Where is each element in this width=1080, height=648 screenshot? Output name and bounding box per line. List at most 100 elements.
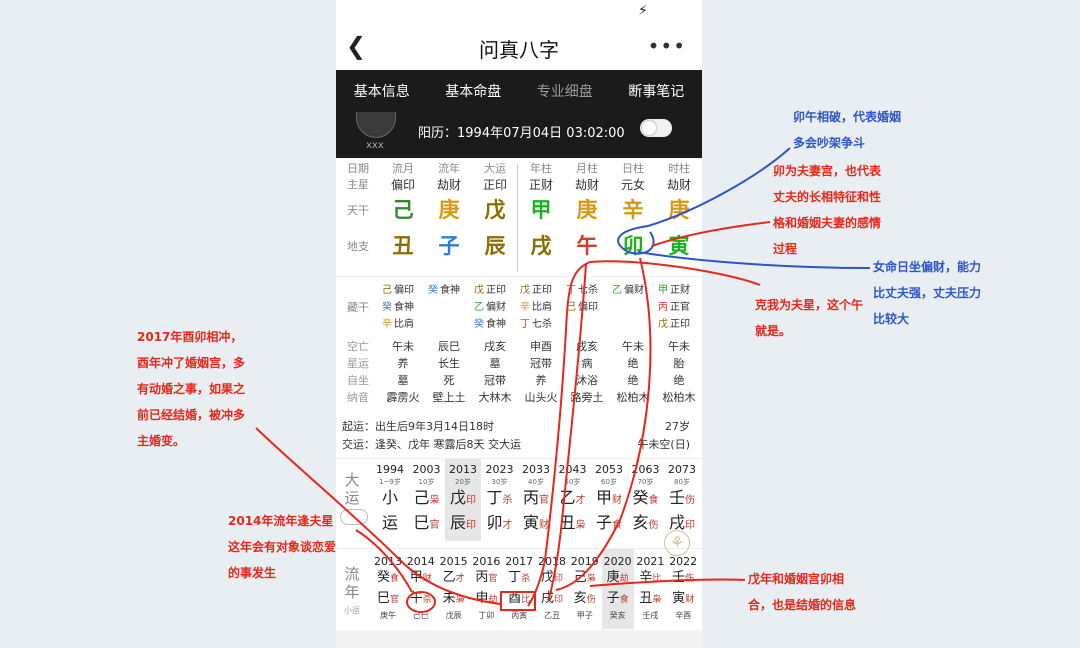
fortune-value: 霹雳火: [386, 391, 420, 404]
heavenly-stem-row: 天干 己 庚 戊 甲 庚 辛 庚: [336, 192, 702, 228]
main-star: 劫财: [574, 178, 599, 192]
fortune-value: 午未: [668, 340, 690, 353]
hidden-stem: 乙偏财: [612, 285, 644, 296]
more-icon[interactable]: •••: [648, 34, 686, 58]
major-luck-section: 大运 1994 1~9岁小运 2003 10岁 己枭 巳官 2013 20岁 戊印 辰印 2023 3…: [336, 458, 702, 546]
luck-branch: 卯才: [486, 513, 513, 532]
earthly-branch: 午: [576, 234, 598, 258]
annual-year: 2017: [505, 555, 534, 568]
main-star-row: 主星 偏印 劫财 正印 正财 劫财 元女 劫财: [336, 176, 702, 192]
minor-luck: 庚午: [380, 611, 396, 620]
luck-year: 2033: [522, 463, 550, 476]
main-star: 元女: [620, 178, 645, 192]
fortune-value: 绝: [673, 374, 685, 387]
fortune-value: 胎: [673, 357, 685, 370]
major-luck-item[interactable]: 2013 20岁 戊印 辰印: [445, 459, 481, 541]
annual-luck-item[interactable]: 2013 癸食 巳官 庚午: [372, 549, 404, 629]
annual-branch: 子食: [606, 591, 629, 606]
main-star: 偏印: [390, 178, 415, 192]
annual-luck-item[interactable]: 2015 乙才 未枭 戊辰: [438, 549, 470, 629]
row-label: 藏干: [347, 301, 369, 314]
hidden-stem: 己偏印: [566, 302, 598, 313]
annual-stem: 乙才: [442, 570, 465, 585]
minor-luck: 己巳: [412, 611, 429, 620]
hidden-stem: 丙正官: [658, 302, 690, 313]
fortune-value: 养: [535, 374, 547, 387]
heavenly-stem: 甲: [530, 198, 552, 222]
annual-luck-item[interactable]: 2019 己枭 亥伤 甲子: [569, 549, 601, 629]
major-luck-item[interactable]: 1994 1~9岁小运: [372, 459, 408, 541]
annual-branch: 申劫: [475, 591, 498, 606]
annual-year: 2022: [669, 555, 698, 568]
annual-year: 2014: [406, 555, 435, 568]
hidden-stem: 癸食神: [382, 302, 414, 313]
fortune-value: 绝: [627, 374, 639, 387]
major-luck-item[interactable]: 2063 70岁 癸食 亥伤: [628, 459, 664, 541]
luck-branch: 巳官: [413, 513, 440, 532]
nav-bar: ❮ 问真八字 •••: [336, 26, 702, 70]
annual-luck-item[interactable]: 2017 丁杀 酉比 丙寅: [503, 549, 535, 629]
charging-icon: ⚡: [638, 3, 648, 19]
row-label: 地支: [347, 240, 369, 253]
profile-name: xxx: [366, 140, 384, 151]
annual-stem: 辛比: [639, 570, 662, 585]
profile-header: xxx 阳历：1994年07月04日 03:02:00: [336, 112, 702, 158]
major-luck-item[interactable]: 2023 30岁 丁杀 卯才: [482, 459, 518, 541]
seal-icon: ⚘: [664, 530, 690, 556]
hidden-stem: 戊正印: [658, 319, 690, 330]
annual-luck-item[interactable]: 2018 戊印 戌印 乙丑: [536, 549, 568, 629]
hidden-stem: 乙偏财: [474, 302, 506, 313]
fortune-value: 路旁土: [570, 391, 604, 404]
minor-luck: 戊辰: [445, 611, 462, 620]
fortune-value: 冠带: [484, 374, 506, 387]
luck-age: 1~9岁: [379, 478, 401, 486]
fortune-value: 松柏木: [616, 391, 650, 404]
annual-luck-item[interactable]: 2014 甲财 午杀 己巳: [405, 549, 437, 629]
annual-stem: 己枭: [573, 570, 596, 585]
row-label: 天干: [347, 204, 369, 217]
hidden-stem: 癸食神: [474, 319, 506, 330]
luck-stem: 乙才: [559, 488, 586, 507]
heavenly-stem: 庚: [576, 198, 598, 222]
annual-luck-item[interactable]: 2016 丙官 申劫 丁卯: [470, 549, 502, 629]
major-luck-item[interactable]: 2003 10岁 己枭 巳官: [409, 459, 445, 541]
annual-luck-item[interactable]: 2020 庚劫 子食 癸亥: [601, 549, 634, 629]
pillar-name: 月柱: [576, 162, 598, 175]
avatar: [356, 112, 396, 138]
earthly-branch: 戌: [530, 234, 552, 258]
annual-luck-item[interactable]: 2021 辛比 丑枭 壬戌: [634, 549, 666, 629]
tab-basic-chart[interactable]: 基本命盘: [428, 70, 520, 114]
luck-age: 50岁: [564, 478, 581, 486]
luck-stem: 戊印: [449, 488, 476, 507]
fortune-value: 壁上土: [432, 391, 466, 404]
pillar-name-row: 日期 流月 流年 大运 年柱 月柱 日柱 时柱: [336, 160, 702, 176]
pillar-name: 流月: [392, 162, 414, 175]
hidden-stem: 己偏印: [382, 285, 414, 296]
annotation-3: 女命日坐偏财，能力 比丈夫强，丈夫压力 比较大: [873, 260, 982, 326]
void-text: 午未空(日): [637, 438, 690, 451]
annual-stem: 戊印: [540, 570, 564, 585]
luck-age: 40岁: [528, 478, 544, 486]
major-luck-item[interactable]: 2073 80岁 壬伤 戌印: [664, 459, 700, 541]
bottom-strip: [336, 630, 702, 648]
major-luck-item[interactable]: 2033 40岁 丙官 寅财: [518, 459, 554, 541]
annual-luck-item[interactable]: 2022 壬伤 寅财 辛酉: [667, 549, 699, 629]
major-luck-item[interactable]: 2043 50岁 乙才 丑枭: [555, 459, 591, 541]
annual-luck-section: 流年 小运 2013 癸食 巳官 庚午 2014 甲财 午杀 己巳 2015 乙才 未枭 戊辰 2016…: [336, 548, 702, 629]
annual-stem: 丁杀: [508, 570, 531, 585]
annual-branch: 巳官: [376, 591, 400, 606]
calendar-toggle[interactable]: [640, 119, 672, 137]
tab-notes[interactable]: 断事笔记: [611, 70, 703, 114]
tab-pro-chart[interactable]: 专业细盘: [519, 70, 611, 114]
tab-basic-info[interactable]: 基本信息: [336, 70, 428, 114]
row-label: 纳音: [347, 391, 369, 404]
phone-screen: ⚡ ❮ 问真八字 ••• 基本信息 基本命盘 专业细盘 断事笔记 xxx 阳历：…: [336, 0, 702, 648]
hidden-stem: 癸食神: [428, 285, 460, 296]
luck-stem: 壬伤: [668, 488, 695, 507]
annotation-2: 卯为夫妻宫，也代表 丈夫的长相特征和性 格和婚姻夫妻的感情 过程: [773, 164, 882, 256]
earthly-branch: 子: [438, 234, 460, 258]
luck-toggle[interactable]: [340, 509, 368, 525]
minor-luck: 丁卯: [478, 611, 495, 620]
luck-year: 2023: [485, 463, 514, 476]
major-luck-item[interactable]: 2053 60岁 甲财 子食: [591, 459, 627, 541]
